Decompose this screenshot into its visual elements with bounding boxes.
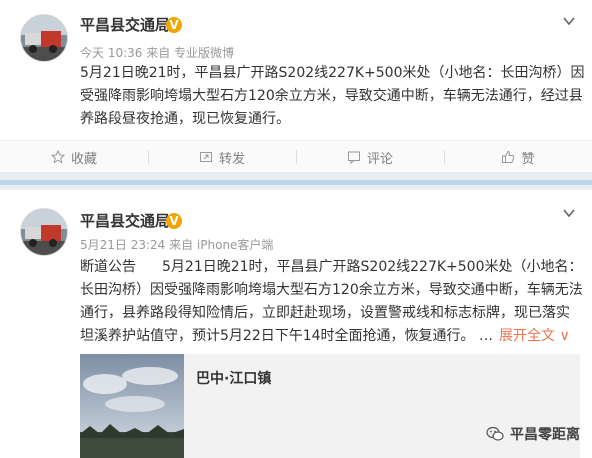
content-text: 5月21日晚21时，平昌县广开路S202线227K+500米处（小地名： (162, 259, 583, 275)
expand-arrow-icon: ∨ (559, 328, 570, 344)
author-name[interactable]: 平昌县交通局 (80, 14, 170, 35)
weibo-post-2: 平昌县交通局 V 5月21日 23:24 来自 iPhone客户端 断道公告 5月… (0, 190, 592, 458)
repost-button[interactable]: 转发 (148, 141, 296, 173)
content-line: 受强降雨影响垮塌大型石方120余立方米，导致交通中断，车辆无法通行，经过县 (80, 88, 583, 104)
verified-badge-icon: V (166, 17, 182, 33)
comment-label: 评论 (366, 151, 393, 167)
chevron-down-icon[interactable] (562, 206, 576, 220)
post-meta: 今天 10:36 来自 专业版微博 (80, 46, 235, 60)
watermark: 平昌零距离 (486, 424, 580, 444)
feed-separator (0, 172, 592, 190)
expand-label: 展开全文 (499, 328, 555, 344)
content-text: 坦溪养护站值守，预计5月22日下午14时全面抢通，恢复通行。 … (80, 328, 493, 344)
expand-full-text-link[interactable]: 展开全文 ∨ (499, 328, 570, 344)
repost-icon (199, 152, 212, 162)
location-thumbnail (80, 354, 184, 458)
repost-label: 转发 (218, 151, 245, 167)
post-content: 断道公告 5月21日晚21时，平昌县广开路S202线227K+500米处（小地名：… (80, 256, 583, 348)
content-line: 坦溪养护站值守，预计5月22日下午14时全面抢通，恢复通行。 … 展开全文 ∨ (80, 325, 580, 348)
content-line: 5月21日晚21时，平昌县广开路S202线227K+500米处（小地名：长田沟桥… (80, 65, 585, 81)
author-name[interactable]: 平昌县交通局 (80, 210, 170, 231)
weibo-post-1: 平昌县交通局 V 今天 10:36 来自 专业版微博 5月21日晚21时，平昌县… (0, 0, 592, 173)
post-content: 5月21日晚21时，平昌县广开路S202线227K+500米处（小地名：长田沟桥… (80, 62, 585, 131)
star-icon (50, 150, 65, 164)
content-line: 通行，县养路段得知险情后，立即赶赴现场，设置警戒线和标志标牌，现已落实 (80, 305, 570, 321)
notice-label: 断道公告 (80, 259, 136, 275)
watermark-label: 平昌零距离 (510, 427, 580, 443)
content-line: 断道公告 5月21日晚21时，平昌县广开路S202线227K+500米处（小地名： (80, 256, 583, 279)
like-label: 赞 (521, 151, 535, 167)
location-card-title: 巴中·江口镇 (196, 371, 272, 387)
content-line: 养路段昼夜抢通，现已恢复通行。 (80, 111, 290, 127)
wechat-icon (486, 426, 504, 441)
author-avatar[interactable] (20, 208, 68, 256)
thumbs-up-icon (502, 150, 515, 163)
author-avatar[interactable] (20, 14, 68, 62)
favorite-button[interactable]: 收藏 (0, 141, 148, 173)
chevron-down-icon[interactable] (562, 14, 576, 28)
favorite-label: 收藏 (70, 151, 97, 167)
like-button[interactable]: 赞 (444, 141, 592, 173)
post-meta: 5月21日 23:24 来自 iPhone客户端 (80, 238, 274, 252)
verified-badge-icon: V (166, 213, 182, 229)
post-actions-bar: 收藏 转发 评论 赞 (0, 140, 592, 173)
content-line: 长田沟桥）因受强降雨影响垮塌大型石方120余立方米，导致交通中断，车辆无法 (80, 282, 583, 298)
comment-button[interactable]: 评论 (296, 141, 444, 173)
comment-icon (347, 151, 360, 164)
